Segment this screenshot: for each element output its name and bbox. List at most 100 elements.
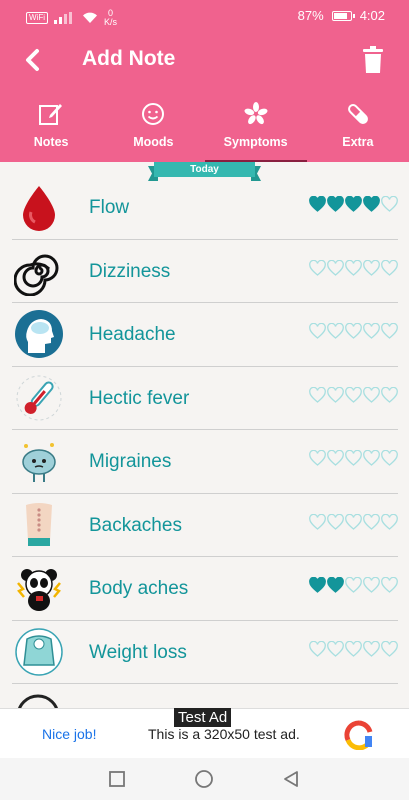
heart-empty-icon[interactable]	[363, 322, 380, 344]
heart-empty-icon[interactable]	[309, 386, 326, 408]
heart-empty-icon[interactable]	[327, 386, 344, 408]
heart-empty-icon[interactable]	[345, 640, 362, 662]
heart-empty-icon[interactable]	[381, 386, 398, 408]
heart-empty-icon[interactable]	[381, 259, 398, 281]
delete-button[interactable]	[357, 43, 389, 77]
signal-icon	[54, 12, 72, 24]
home-button[interactable]	[193, 768, 215, 790]
tab-label: Moods	[133, 135, 174, 149]
heart-empty-icon[interactable]	[381, 640, 398, 662]
heart-empty-icon[interactable]	[345, 322, 362, 344]
symptom-row[interactable]: Headache	[12, 303, 398, 367]
symptom-label: Backaches	[89, 514, 182, 536]
heart-empty-icon[interactable]	[327, 259, 344, 281]
back-nav-button[interactable]	[280, 768, 302, 790]
heart-filled-icon[interactable]	[327, 576, 344, 598]
ad-nice-text: Nice job!	[42, 726, 97, 742]
heart-empty-icon[interactable]	[345, 259, 362, 281]
severity-rating	[309, 640, 398, 662]
triangle-back-icon	[284, 771, 298, 787]
tab-notes[interactable]: Notes	[0, 88, 102, 162]
severity-rating	[309, 322, 398, 344]
heart-empty-icon[interactable]	[345, 386, 362, 408]
heart-empty-icon[interactable]	[327, 513, 344, 535]
heart-empty-icon[interactable]	[381, 449, 398, 471]
heart-filled-icon[interactable]	[345, 195, 362, 217]
circle-icon	[195, 770, 213, 788]
symptom-label: Dizziness	[89, 260, 171, 282]
tab-bar: Notes Moods Symptoms Extra	[0, 88, 409, 162]
clock: 4:02	[359, 8, 385, 23]
tab-extra[interactable]: Extra	[307, 88, 409, 162]
severity-rating	[309, 386, 398, 408]
back-button[interactable]	[16, 44, 48, 76]
heart-empty-icon[interactable]	[363, 576, 380, 598]
ad-text: This is a 320x50 test ad.	[148, 726, 300, 742]
heart-empty-icon[interactable]	[381, 576, 398, 598]
page-title: Add Note	[82, 47, 176, 70]
severity-rating	[309, 259, 398, 281]
heart-empty-icon[interactable]	[345, 449, 362, 471]
heart-filled-icon[interactable]	[363, 195, 380, 217]
heart-empty-icon[interactable]	[363, 640, 380, 662]
heart-empty-icon[interactable]	[363, 449, 380, 471]
battery-icon	[331, 10, 355, 21]
heart-empty-icon[interactable]	[345, 576, 362, 598]
symptom-label: Flow	[89, 197, 130, 218]
tab-label: Extra	[342, 135, 374, 149]
brain-head-icon	[14, 309, 64, 359]
heart-empty-icon[interactable]	[327, 322, 344, 344]
heart-empty-icon[interactable]	[363, 259, 380, 281]
tab-label: Symptoms	[223, 135, 288, 149]
symptom-row[interactable]: Hectic fever	[12, 367, 398, 430]
heart-empty-icon[interactable]	[345, 513, 362, 535]
symptom-row[interactable]: Backaches	[12, 494, 398, 557]
heart-filled-icon[interactable]	[327, 195, 344, 217]
spiral-icon	[13, 246, 64, 296]
thermometer-icon	[14, 373, 64, 423]
heart-filled-icon[interactable]	[309, 195, 326, 217]
symptom-label: Hectic fever	[89, 387, 190, 409]
heart-empty-icon[interactable]	[309, 449, 326, 471]
severity-rating	[309, 513, 398, 535]
severity-rating	[309, 576, 398, 598]
recents-button[interactable]	[106, 768, 128, 790]
scale-icon	[14, 627, 64, 677]
mood-smiley-icon	[139, 100, 167, 128]
symptom-row[interactable]: Flow	[12, 176, 398, 240]
symptom-label: Weight loss	[89, 641, 187, 663]
heart-empty-icon[interactable]	[363, 513, 380, 535]
heart-empty-icon[interactable]	[363, 386, 380, 408]
ad-logo-icon	[344, 720, 373, 750]
tab-symptoms[interactable]: Symptoms	[204, 88, 308, 162]
heart-empty-icon[interactable]	[327, 640, 344, 662]
heart-empty-icon[interactable]	[309, 513, 326, 535]
symptom-row[interactable]: Migraines	[12, 430, 398, 494]
blood-drop-icon	[14, 182, 64, 232]
asterisk-icon	[242, 100, 270, 128]
symptom-label: Body aches	[89, 578, 189, 599]
heart-empty-icon[interactable]	[309, 640, 326, 662]
heart-empty-icon[interactable]	[327, 449, 344, 471]
heart-empty-icon[interactable]	[381, 195, 398, 217]
status-bar: WiFi 0 K/s 87% 4:02	[0, 0, 409, 32]
panda-icon	[14, 563, 64, 613]
symptom-row[interactable]: Dizziness	[12, 240, 398, 303]
edit-note-icon	[37, 100, 65, 128]
tab-moods[interactable]: Moods	[102, 88, 204, 162]
heart-empty-icon[interactable]	[309, 322, 326, 344]
symptom-row[interactable]: Weight loss	[12, 621, 398, 684]
back-spine-icon	[14, 500, 64, 550]
network-badge: WiFi	[26, 12, 48, 24]
heart-filled-icon[interactable]	[309, 576, 326, 598]
symptom-row[interactable]: Body aches	[12, 557, 398, 621]
brain-character-icon	[14, 436, 64, 486]
heart-empty-icon[interactable]	[381, 513, 398, 535]
heart-empty-icon[interactable]	[309, 259, 326, 281]
severity-rating	[309, 449, 398, 471]
severity-rating	[309, 195, 398, 217]
today-label: Today	[154, 162, 255, 177]
heart-empty-icon[interactable]	[381, 322, 398, 344]
ad-banner[interactable]: Test Ad Nice job! This is a 320x50 test …	[0, 708, 409, 758]
symptom-label: Migraines	[89, 451, 172, 472]
